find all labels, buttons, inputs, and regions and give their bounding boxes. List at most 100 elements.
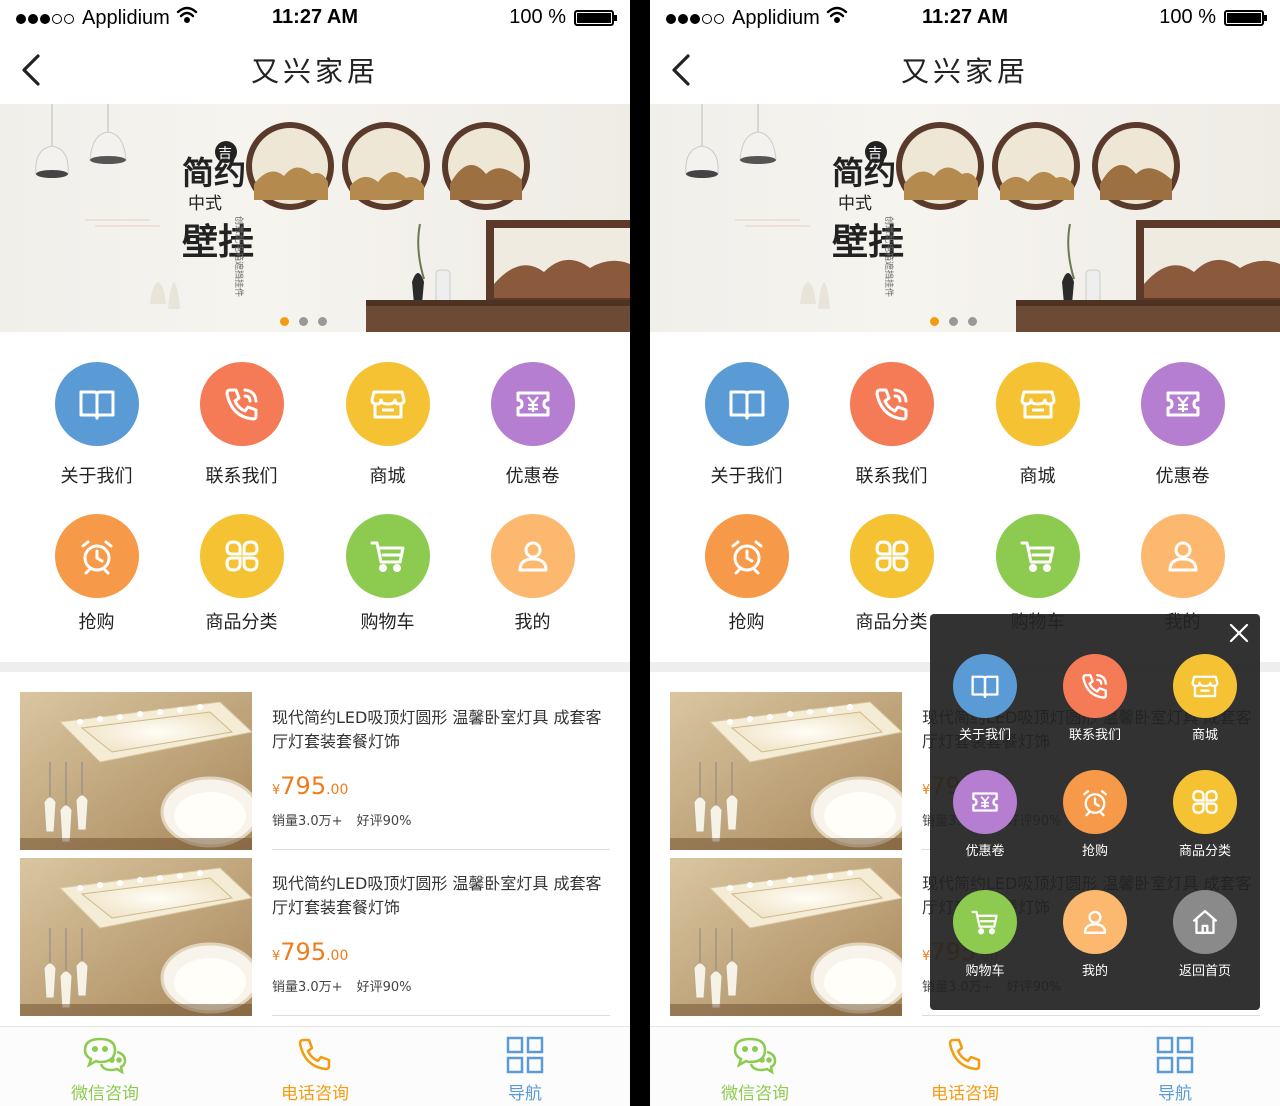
pager-dot[interactable] [949,317,958,326]
status-battery-group: 100 % [1159,6,1267,29]
section-divider [0,662,630,672]
menu-category-button[interactable]: 商品分类 [1150,770,1260,859]
back-arrow-icon[interactable] [14,52,50,88]
feature-coupon-button[interactable]: 优惠卷 [460,362,605,488]
feature-cart-button[interactable]: 购物车 [315,514,460,634]
product-title[interactable]: 现代简约LED吸顶灯圆形 温馨卧室灯具 成套客厅灯套装套餐灯饰 [272,872,616,920]
close-icon[interactable] [1228,622,1250,644]
feature-label: 关于我们 [60,466,133,487]
feature-alarm-clock-button[interactable]: 抢购 [674,514,819,634]
tab-navigation[interactable]: 导航 [420,1027,630,1106]
store-icon [1173,654,1237,718]
banner-tagline: 创意配电箱遮挡挂件 [233,216,245,297]
quick-menu-popup: 关于我们 联系我们 商城优惠卷 抢购 商品分类购物车 我的 返回首页 [930,614,1260,1010]
product-card[interactable]: 现代简约LED吸顶灯圆形 温馨卧室灯具 成套客厅灯套装套餐灯饰 ¥795.00 销量… [0,672,630,850]
menu-cart-button[interactable]: 购物车 [930,890,1040,979]
product-image[interactable] [670,692,902,850]
menu-user-button[interactable]: 我的 [1040,890,1150,979]
menu-label: 联系我们 [1068,728,1121,743]
price-decimal: .00 [326,782,349,798]
menu-label: 购物车 [965,964,1005,979]
product-card[interactable]: 现代简约LED吸顶灯圆形 温馨卧室灯具 成套客厅灯套装套餐灯饰 ¥795.00 销量… [0,838,630,1016]
book-icon [704,362,789,446]
banner-carousel[interactable]: 简约 中式 壁挂 吉 创意配电箱遮挡挂件 [650,104,1280,332]
tab-navigation[interactable]: 导航 [1070,1027,1280,1106]
pager-dot[interactable] [299,317,308,326]
menu-coupon-button[interactable]: 优惠卷 [930,770,1040,859]
battery-icon [1224,9,1267,26]
cart-icon [953,890,1017,954]
tab-label: 导航 [1158,1084,1192,1104]
menu-phone-button[interactable]: 联系我们 [1040,654,1150,743]
price-integer: 795 [280,772,327,800]
feature-icon-grid: 关于我们联系我们商城优惠卷抢购商品分类购物车我的 [650,332,1280,662]
product-image[interactable] [20,692,252,850]
product-image[interactable] [670,858,902,1016]
tab-wechat-consult[interactable]: 微信咨询 [0,1027,210,1106]
cart-icon [345,514,430,598]
back-arrow-icon[interactable] [664,52,700,88]
tab-wechat-consult[interactable]: 微信咨询 [650,1027,860,1106]
feature-book-button[interactable]: 关于我们 [674,362,819,488]
user-icon [1063,890,1127,954]
category-icon [1173,770,1237,834]
pager-dot[interactable] [318,317,327,326]
cart-icon [995,514,1080,598]
tab-label: 微信咨询 [721,1084,789,1104]
navigation-bar: 又兴家居 [650,36,1280,104]
feature-coupon-button[interactable]: 优惠卷 [1110,362,1255,488]
menu-label: 抢购 [1081,844,1108,859]
banner-tagline: 创意配电箱遮挡挂件 [883,216,895,297]
banner-badge: 吉 [868,146,882,162]
category-icon [849,514,934,598]
status-bar: Applidium 11:27 AM 100 % [650,0,1280,36]
feature-label: 优惠卷 [1155,466,1210,487]
menu-home-button[interactable]: 返回首页 [1150,890,1260,979]
user-icon [490,514,575,598]
banner-title-line-1: 简约 [182,154,246,192]
tab-phone-consult[interactable]: 电话咨询 [210,1027,420,1106]
banner-title-line-2: 中式 [838,194,872,214]
book-icon [953,654,1017,718]
product-title[interactable]: 现代简约LED吸顶灯圆形 温馨卧室灯具 成套客厅灯套装套餐灯饰 [272,706,616,754]
phone-screen-menu-open: Applidium 11:27 AM 100 % 又兴家居 简约 中式 壁挂 吉 创意… [650,0,1280,1106]
banner-title-line-1: 简约 [832,154,896,192]
banner-carousel[interactable]: 简约 中式 壁挂 吉 创意配电箱遮挡挂件 [0,104,630,332]
pager-dot[interactable] [968,317,977,326]
phone-icon [210,1035,420,1079]
menu-book-button[interactable]: 关于我们 [930,654,1040,743]
phone-icon [1063,654,1127,718]
feature-label: 商城 [369,466,406,487]
menu-alarm-clock-button[interactable]: 抢购 [1040,770,1150,859]
feature-label: 购物车 [360,612,415,633]
menu-label: 优惠卷 [965,844,1005,859]
banner-badge: 吉 [218,146,232,162]
tab-label: 微信咨询 [71,1084,139,1104]
feature-user-button[interactable]: 我的 [460,514,605,634]
page-title: 又兴家居 [900,55,1029,88]
feature-phone-button[interactable]: 联系我们 [169,362,314,488]
product-rating: 好评90% [356,814,412,829]
pager-dot[interactable] [280,317,289,326]
feature-book-button[interactable]: 关于我们 [24,362,169,488]
coupon-icon [953,770,1017,834]
feature-label: 商城 [1019,466,1056,487]
carousel-pager [280,317,327,326]
tab-phone-consult[interactable]: 电话咨询 [860,1027,1070,1106]
status-battery-group: 100 % [509,6,617,29]
feature-store-button[interactable]: 商城 [315,362,460,488]
grid-icon [420,1035,630,1079]
feature-store-button[interactable]: 商城 [965,362,1110,488]
store-icon [995,362,1080,446]
banner-title-line-2: 中式 [188,194,222,214]
product-meta: 销量3.0万+ 好评90% [272,976,411,995]
menu-label: 我的 [1081,964,1108,979]
menu-store-button[interactable]: 商城 [1150,654,1260,743]
feature-phone-button[interactable]: 联系我们 [819,362,964,488]
coupon-icon [1140,362,1225,446]
pager-dot[interactable] [930,317,939,326]
feature-alarm-clock-button[interactable]: 抢购 [24,514,169,634]
tab-label: 导航 [508,1084,542,1104]
product-image[interactable] [20,858,252,1016]
feature-category-button[interactable]: 商品分类 [169,514,314,634]
